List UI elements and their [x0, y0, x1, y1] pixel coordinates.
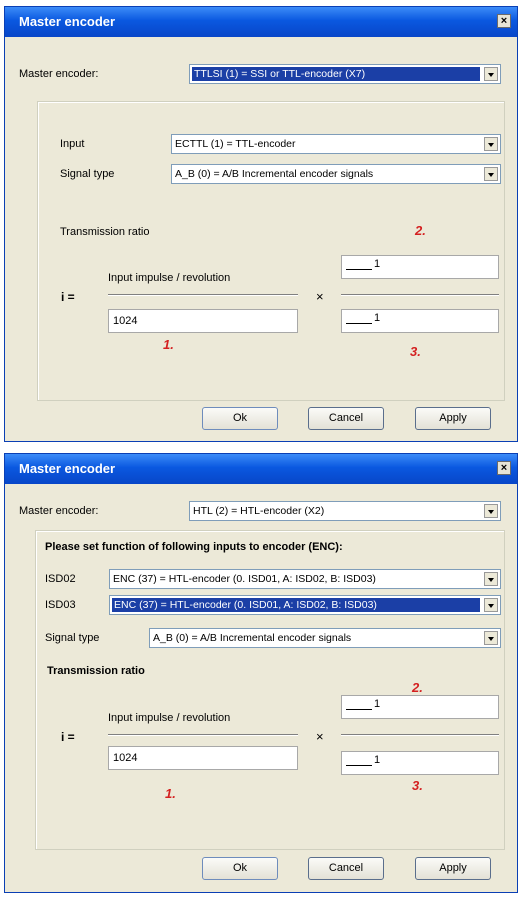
numerator-field[interactable]: 1 [341, 695, 499, 719]
chevron-down-icon[interactable] [484, 504, 498, 518]
chevron-down-icon[interactable] [484, 167, 498, 181]
marker-2: 2. [412, 680, 423, 695]
marker-1: 1. [163, 337, 174, 352]
fraction-line-left [108, 734, 298, 736]
numerator-value: 1 [374, 258, 381, 270]
master-encoder-dialog-htl: Master encoder × Master encoder: HTL (2)… [4, 453, 518, 893]
ok-button[interactable]: Ok [202, 857, 278, 880]
master-encoder-dialog-ttl: Master encoder × Master encoder: TTLSI (… [4, 6, 518, 442]
isd02-value: ENC (37) = HTL-encoder (0. ISD01, A: ISD… [113, 573, 376, 585]
signal-type-label: Signal type [45, 632, 100, 644]
title-bar: Master encoder × [5, 7, 517, 37]
multiply-sign: × [316, 289, 324, 304]
fraction-line-right [341, 294, 499, 296]
ok-button[interactable]: Ok [202, 407, 278, 430]
fraction-line-right [341, 734, 499, 736]
denominator-field[interactable]: 1 [341, 309, 499, 333]
transmission-ratio-label: Transmission ratio [47, 665, 145, 677]
master-encoder-select[interactable]: TTLSI (1) = SSI or TTL-encoder (X7) [189, 64, 501, 84]
numerator-field[interactable]: 1 [341, 255, 499, 279]
isd02-select[interactable]: ENC (37) = HTL-encoder (0. ISD01, A: ISD… [109, 569, 501, 589]
impulse-label: Input impulse / revolution [108, 712, 231, 724]
instruction-text: Please set function of following inputs … [45, 541, 343, 553]
marker-3: 3. [412, 778, 423, 793]
cancel-button[interactable]: Cancel [308, 407, 384, 430]
fraction-line-left [108, 294, 298, 296]
master-encoder-select[interactable]: HTL (2) = HTL-encoder (X2) [189, 501, 501, 521]
isd02-label: ISD02 [45, 573, 76, 585]
multiply-sign: × [316, 729, 324, 744]
impulse-label: Input impulse / revolution [108, 272, 231, 284]
isd03-value: ENC (37) = HTL-encoder (0. ISD01, A: ISD… [112, 598, 480, 612]
chevron-down-icon[interactable] [484, 631, 498, 645]
impulse-field[interactable]: 1024 [108, 309, 298, 333]
impulse-field[interactable]: 1024 [108, 746, 298, 770]
master-encoder-label: Master encoder: [19, 505, 99, 517]
input-label: Input [60, 138, 85, 150]
i-equals-label: i = [61, 290, 75, 304]
numerator-value: 1 [374, 698, 381, 710]
marker-2: 2. [415, 223, 426, 238]
signal-type-value: A_B (0) = A/B Incremental encoder signal… [175, 168, 374, 180]
master-encoder-label: Master encoder: [19, 68, 99, 80]
chevron-down-icon[interactable] [484, 137, 498, 151]
transmission-ratio-label: Transmission ratio [60, 226, 150, 238]
signal-type-select[interactable]: A_B (0) = A/B Incremental encoder signal… [149, 628, 501, 648]
denominator-field[interactable]: 1 [341, 751, 499, 775]
signal-type-label: Signal type [60, 168, 115, 180]
signal-type-value: A_B (0) = A/B Incremental encoder signal… [153, 632, 352, 644]
chevron-down-icon[interactable] [484, 572, 498, 586]
chevron-down-icon[interactable] [484, 67, 498, 81]
impulse-value: 1024 [113, 315, 138, 327]
apply-button[interactable]: Apply [415, 857, 491, 880]
close-icon[interactable]: × [497, 14, 511, 28]
input-value: ECTTL (1) = TTL-encoder [175, 138, 296, 150]
isd03-select[interactable]: ENC (37) = HTL-encoder (0. ISD01, A: ISD… [109, 595, 501, 615]
close-icon[interactable]: × [497, 461, 511, 475]
signal-type-select[interactable]: A_B (0) = A/B Incremental encoder signal… [171, 164, 501, 184]
marker-3: 3. [410, 344, 421, 359]
denominator-value: 1 [374, 754, 381, 766]
master-encoder-value: HTL (2) = HTL-encoder (X2) [193, 505, 325, 517]
dialog-title: Master encoder [19, 14, 116, 29]
i-equals-label: i = [61, 730, 75, 744]
impulse-value: 1024 [113, 752, 138, 764]
marker-1: 1. [165, 786, 176, 801]
input-select[interactable]: ECTTL (1) = TTL-encoder [171, 134, 501, 154]
title-bar: Master encoder × [5, 454, 517, 484]
chevron-down-icon[interactable] [484, 598, 498, 612]
isd03-label: ISD03 [45, 599, 76, 611]
apply-button[interactable]: Apply [415, 407, 491, 430]
dialog-title: Master encoder [19, 461, 116, 476]
master-encoder-value: TTLSI (1) = SSI or TTL-encoder (X7) [192, 67, 480, 81]
cancel-button[interactable]: Cancel [308, 857, 384, 880]
denominator-value: 1 [374, 312, 381, 324]
